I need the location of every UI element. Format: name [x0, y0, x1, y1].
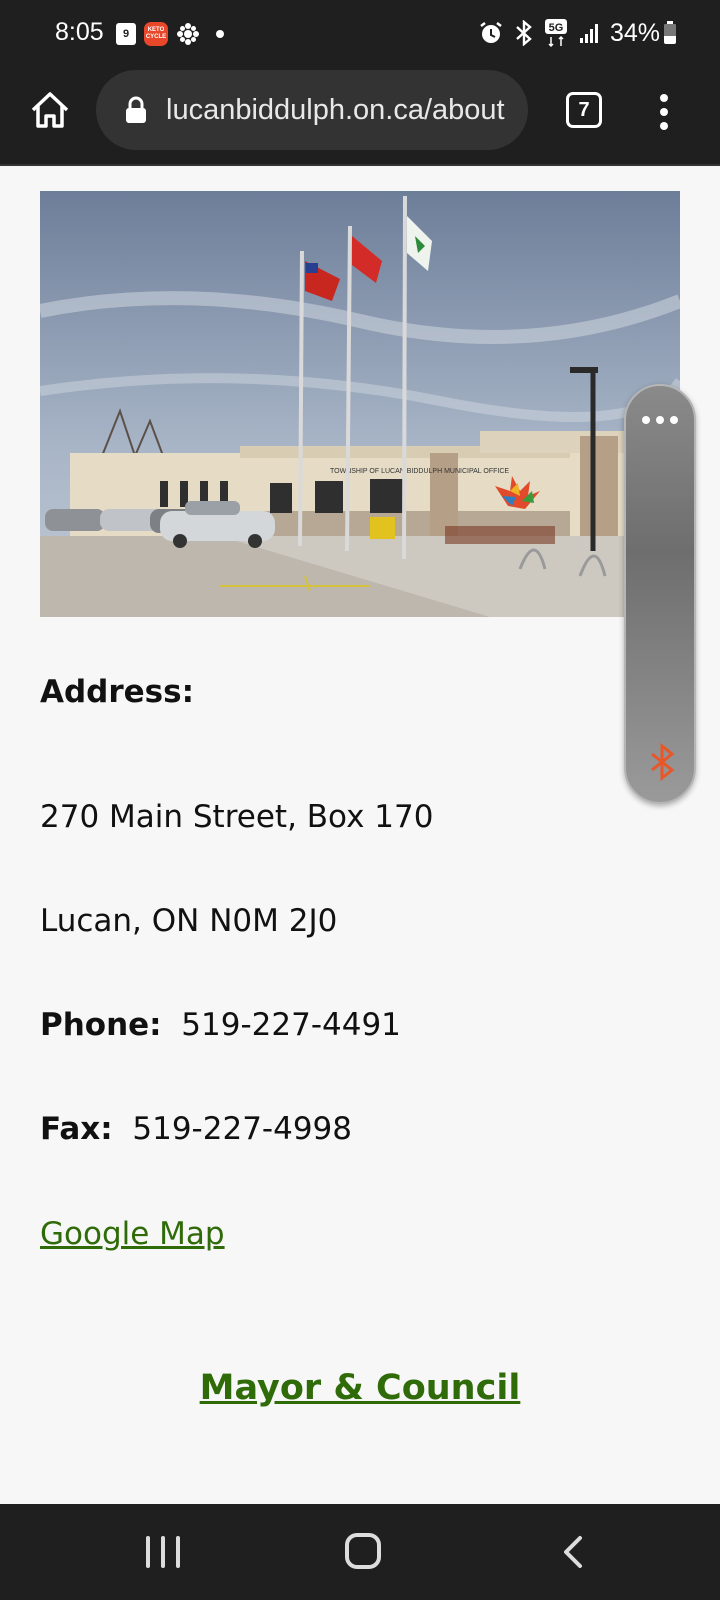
status-bar: 8:05 9 KETO CYCLE 5G 34% — [0, 0, 720, 66]
browser-menu-button[interactable] — [648, 90, 680, 134]
address-line-2: Lucan, ON N0M 2J0 — [40, 903, 338, 939]
keto-app-icon: KETO CYCLE — [144, 22, 168, 46]
tab-switcher-button[interactable]: 7 — [566, 92, 602, 128]
cbc-icon — [177, 23, 199, 45]
google-map-link[interactable]: Google Map — [40, 1216, 225, 1252]
phone-label: Phone: — [40, 1007, 162, 1043]
notification-icons: 9 KETO CYCLE — [116, 22, 224, 46]
bluetooth-icon — [516, 20, 532, 46]
status-time: 8:05 — [55, 18, 104, 46]
battery-percent: 34% — [609, 18, 660, 47]
lock-icon[interactable] — [124, 96, 148, 124]
recents-button[interactable] — [146, 1536, 180, 1568]
edge-panel[interactable] — [624, 384, 696, 804]
5g-icon: 5G — [544, 19, 567, 48]
address-line-1: 270 Main Street, Box 170 — [40, 799, 434, 835]
back-button[interactable] — [556, 1534, 590, 1570]
url-bar[interactable]: lucanbiddulph.on.ca/about — [96, 70, 528, 150]
fax-value: 519-227-4998 — [132, 1111, 352, 1147]
more-notifications-icon — [216, 30, 224, 38]
page-content: TOWNSHIP OF LUCAN BIDDULPH MUNICIPAL OFF… — [0, 166, 720, 1504]
home-icon[interactable] — [28, 88, 72, 132]
svg-text:TOWNSHIP OF LUCAN BIDDULPH MUN: TOWNSHIP OF LUCAN BIDDULPH MUNICIPAL OFF… — [330, 468, 509, 475]
url-text[interactable]: lucanbiddulph.on.ca/about — [166, 94, 505, 127]
signal-icon — [579, 24, 598, 43]
calendar-icon: 9 — [116, 23, 136, 45]
phone-line: Phone: 519-227-4491 — [40, 1007, 401, 1043]
address-label: Address: — [40, 674, 194, 710]
home-nav-button[interactable] — [345, 1533, 381, 1569]
alarm-icon — [480, 22, 502, 43]
edge-panel-bluetooth-icon[interactable] — [646, 742, 678, 782]
mayor-council-link[interactable]: Mayor & Council — [0, 1368, 720, 1408]
svg-text:5G: 5G — [549, 22, 564, 34]
fax-label: Fax: — [40, 1111, 113, 1147]
fax-line: Fax: 519-227-4998 — [40, 1111, 352, 1147]
municipal-office-photo: TOWNSHIP OF LUCAN BIDDULPH MUNICIPAL OFF… — [40, 191, 680, 617]
system-icons: 5G 34% — [478, 18, 660, 48]
phone-value[interactable]: 519-227-4491 — [181, 1007, 401, 1043]
battery-icon — [664, 21, 676, 44]
system-nav-bar — [0, 1504, 720, 1600]
edge-panel-more-icon[interactable] — [642, 416, 678, 424]
browser-toolbar: lucanbiddulph.on.ca/about 7 — [0, 66, 720, 166]
